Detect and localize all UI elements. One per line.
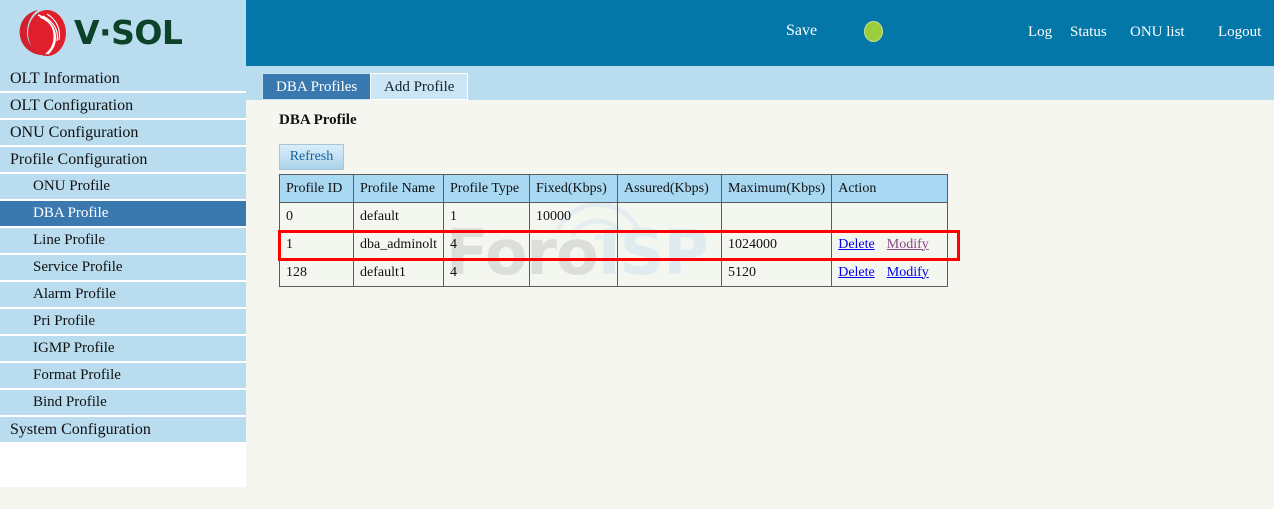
- top-header-bar: Save Log Status ONU list Logout: [246, 0, 1274, 66]
- sidebar-item-line-profile[interactable]: Line Profile: [0, 228, 246, 255]
- table-body: 0 default 1 10000 1 dba_adminolt 4 1024000 Delet…: [279, 202, 948, 287]
- cell-profile-name: default1: [353, 258, 444, 287]
- page-root: V·SOL Save Log Status ONU list Logout DB…: [0, 0, 1274, 509]
- save-button[interactable]: Save: [786, 22, 817, 40]
- vsol-swirl-logo-icon: [19, 10, 66, 56]
- logout-button[interactable]: Logout: [1218, 24, 1261, 41]
- sidebar-item-service-profile[interactable]: Service Profile: [0, 255, 246, 282]
- sidebar-item-pri-profile[interactable]: Pri Profile: [0, 309, 246, 336]
- table-header-row: Profile ID Profile Name Profile Type Fix…: [279, 174, 948, 203]
- cell-maximum: 5120: [720, 258, 833, 287]
- refresh-button[interactable]: Refresh: [279, 144, 344, 170]
- sidebar-item-system-configuration[interactable]: System Configuration: [0, 417, 246, 444]
- tab-add-profile[interactable]: Add Profile: [370, 73, 469, 100]
- sidebar-item-onu-configuration[interactable]: ONU Configuration: [0, 120, 246, 147]
- sidebar-item-alarm-profile[interactable]: Alarm Profile: [0, 282, 246, 309]
- cell-assured: [617, 202, 722, 231]
- green-status-dot-icon: [864, 21, 883, 42]
- cell-fixed: [529, 230, 618, 259]
- modify-link[interactable]: Modify: [887, 265, 929, 280]
- sidebar-item-onu-profile[interactable]: ONU Profile: [0, 174, 246, 201]
- delete-link[interactable]: Delete: [838, 265, 875, 280]
- sidebar-filler: [0, 487, 246, 509]
- sidebar-item-dba-profile[interactable]: DBA Profile: [0, 201, 246, 228]
- cell-action: Delete Modify: [831, 258, 948, 287]
- table-row: 1 dba_adminolt 4 1024000 Delete Modify: [279, 230, 948, 259]
- cell-profile-name: default: [353, 202, 444, 231]
- sidebar-nav: OLT Information OLT Configuration ONU Conf…: [0, 66, 246, 487]
- dba-profile-table: Profile ID Profile Name Profile Type Fix…: [279, 174, 948, 287]
- delete-link[interactable]: Delete: [838, 237, 875, 252]
- cell-maximum: [720, 202, 833, 231]
- sidebar-item-olt-information[interactable]: OLT Information: [0, 66, 246, 93]
- sidebar-item-bind-profile[interactable]: Bind Profile: [0, 390, 246, 417]
- page-title: DBA Profile: [279, 112, 357, 128]
- table-row: 128 default1 4 5120 Delete Modify: [279, 258, 948, 287]
- cell-profile-id: 1: [279, 230, 354, 259]
- column-header-action: Action: [831, 174, 948, 203]
- modify-link[interactable]: Modify: [887, 237, 929, 252]
- cell-profile-type: 4: [443, 258, 530, 287]
- cell-action: [831, 202, 948, 231]
- main-content: ForoISP DBA Profile Refresh Profile ID P…: [246, 100, 1274, 509]
- nav-link-status[interactable]: Status: [1070, 24, 1107, 41]
- cell-assured: [617, 230, 722, 259]
- cell-profile-type: 1: [443, 202, 530, 231]
- cell-profile-id: 0: [279, 202, 354, 231]
- tab-strip: DBA Profiles Add Profile: [246, 66, 1274, 100]
- cell-action: Delete Modify: [831, 230, 948, 259]
- sidebar-item-olt-configuration[interactable]: OLT Configuration: [0, 93, 246, 120]
- column-header-assured: Assured(Kbps): [617, 174, 722, 203]
- table-header: Profile ID Profile Name Profile Type Fix…: [279, 174, 948, 203]
- cell-profile-id: 128: [279, 258, 354, 287]
- sidebar-item-format-profile[interactable]: Format Profile: [0, 363, 246, 390]
- brand-name: V·SOL: [74, 13, 183, 52]
- column-header-fixed: Fixed(Kbps): [529, 174, 618, 203]
- sidebar-item-igmp-profile[interactable]: IGMP Profile: [0, 336, 246, 363]
- column-header-profile-type: Profile Type: [443, 174, 530, 203]
- cell-maximum: 1024000: [720, 230, 833, 259]
- cell-fixed: 10000: [529, 202, 618, 231]
- tab-dba-profiles[interactable]: DBA Profiles: [262, 73, 372, 100]
- brand-logo: V·SOL: [16, 5, 183, 61]
- nav-link-log[interactable]: Log: [1028, 24, 1052, 41]
- column-header-profile-name: Profile Name: [353, 174, 444, 203]
- cell-profile-type: 4: [443, 230, 530, 259]
- cell-fixed: [529, 258, 618, 287]
- table-row: 0 default 1 10000: [279, 202, 948, 231]
- column-header-profile-id: Profile ID: [279, 174, 354, 203]
- column-header-maximum: Maximum(Kbps): [720, 174, 833, 203]
- sidebar-item-profile-configuration[interactable]: Profile Configuration: [0, 147, 246, 174]
- cell-profile-name: dba_adminolt: [353, 230, 444, 259]
- cell-assured: [617, 258, 722, 287]
- nav-link-onu-list[interactable]: ONU list: [1130, 24, 1185, 41]
- logo-panel: V·SOL: [0, 0, 246, 66]
